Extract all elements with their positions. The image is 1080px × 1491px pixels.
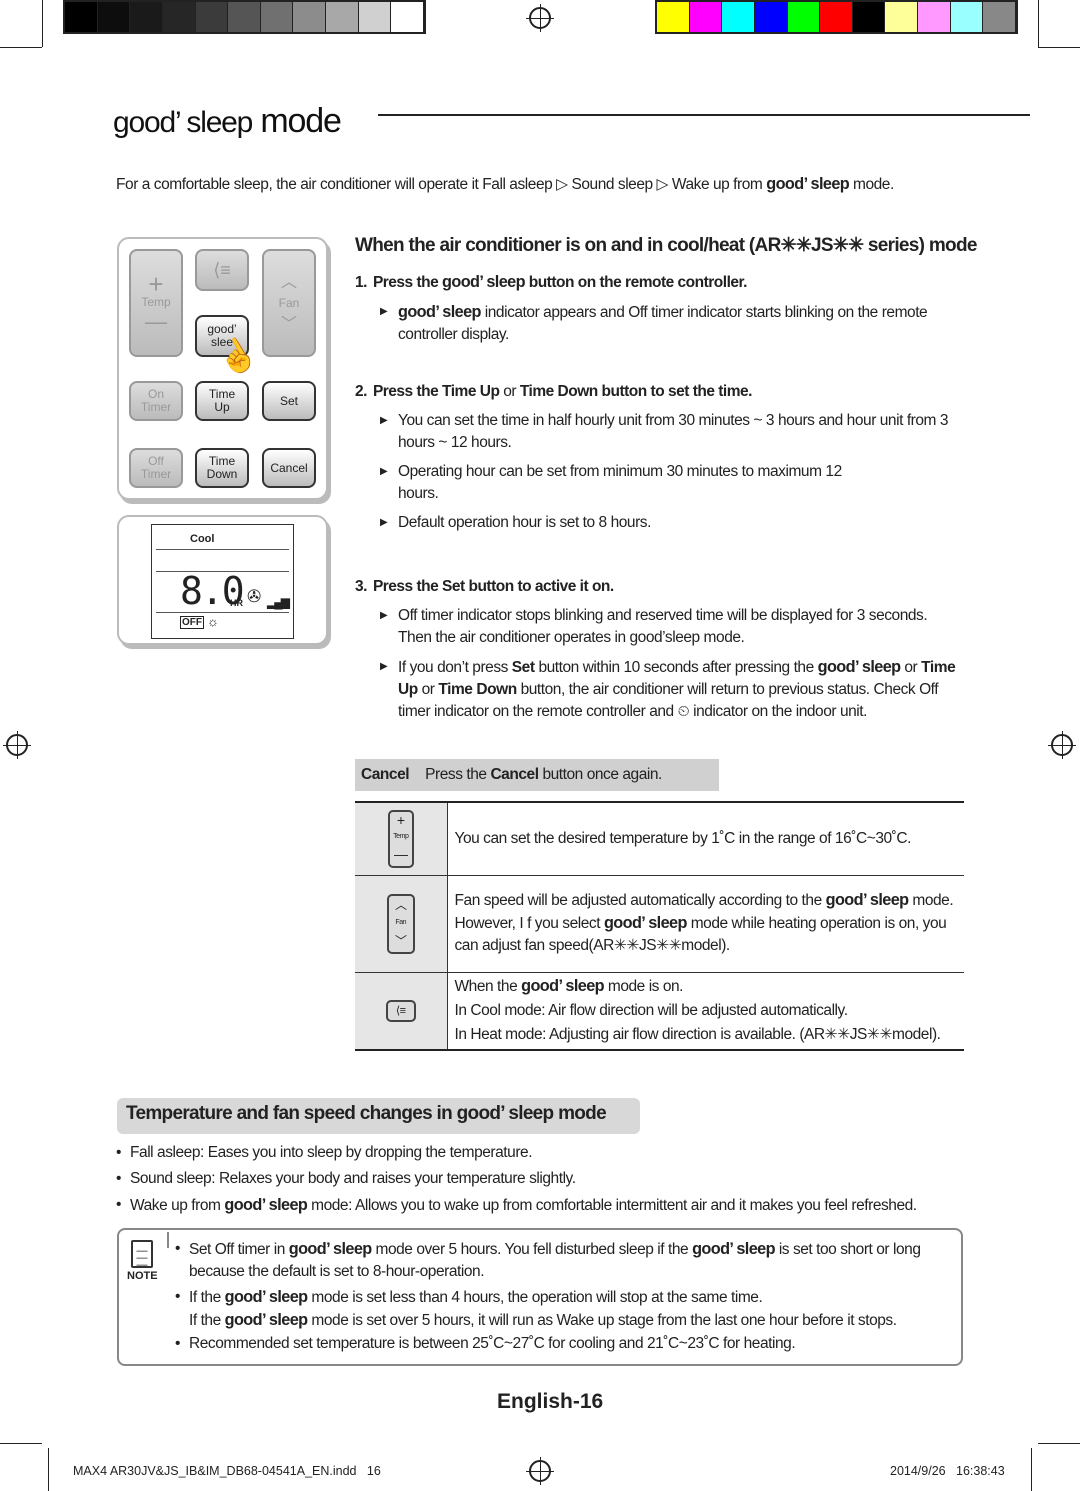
color-swatch bbox=[754, 2, 788, 32]
temp-button: + Temp — bbox=[129, 249, 183, 357]
off-timer-button: Off Timer bbox=[129, 448, 183, 488]
intro-end: mode. bbox=[852, 176, 894, 193]
off-indicator: OFF bbox=[180, 616, 204, 629]
hr-unit: HR bbox=[230, 598, 243, 608]
note-item: • Recommended set temperature is between … bbox=[175, 1335, 796, 1352]
color-swatch bbox=[162, 2, 196, 32]
good-sleep-brand: good’ sleep bbox=[766, 175, 850, 193]
grayscale-color-bar bbox=[63, 0, 426, 34]
color-swatch bbox=[820, 2, 853, 32]
title-suffix: mode bbox=[260, 102, 341, 140]
temp-button-icon: + Temp — bbox=[387, 809, 414, 868]
note-box: — — — NOTE • Set Off timer in good’ sleep m… bbox=[117, 1228, 963, 1366]
title-rule bbox=[378, 114, 1030, 116]
color-swatch bbox=[950, 2, 984, 32]
time-down-button: Time Down bbox=[195, 448, 249, 488]
step-2: 2. Press the Time Up or Time Down button … bbox=[355, 383, 752, 400]
good-sleep-brand: good’ sleep bbox=[113, 106, 253, 139]
table-cell: You can set the desired temperature by 1… bbox=[454, 829, 912, 847]
footer-date: 2014/9/26 16:38:43 bbox=[890, 1464, 1005, 1478]
fan-level-icon: ▂▄▆ bbox=[267, 595, 290, 609]
color-swatch bbox=[326, 2, 359, 32]
crop-mark bbox=[1038, 1443, 1080, 1444]
note-icon: — — — bbox=[131, 1240, 153, 1271]
step-3: 3. Press the Set button to active it on. bbox=[355, 578, 614, 595]
mode-label: Cool bbox=[190, 533, 215, 545]
set-button: Set bbox=[262, 381, 316, 421]
table-row: ︿ Fan ﹀ Fan speed will be adjusted automat… bbox=[355, 875, 964, 972]
note-item: • Set Off timer in good’ sleep mode over … bbox=[175, 1240, 921, 1280]
fan-button-icon: ︿ Fan ﹀ bbox=[386, 893, 415, 954]
section-heading: When the air conditioner is on and in co… bbox=[355, 235, 977, 256]
color-swatch bbox=[195, 2, 229, 32]
remote-display-illustration: Cool 8.0 HR ✇ ▂▄▆ OFF ☼ bbox=[117, 515, 328, 645]
step-2-bullet: Operating hour can be set from minimum 3… bbox=[380, 461, 850, 505]
step-3-bullet: Off timer indicator stops blinking and r… bbox=[380, 605, 960, 649]
color-swatch bbox=[130, 2, 163, 32]
color-swatch bbox=[983, 2, 1017, 32]
lcd-screen: Cool 8.0 HR ✇ ▂▄▆ OFF ☼ bbox=[151, 524, 294, 639]
registration-mark-icon bbox=[1048, 731, 1076, 759]
fan-button: ︿ Fan ﹀ bbox=[262, 249, 316, 357]
table-row: + Temp — You can set the desired temperatu… bbox=[355, 802, 964, 875]
crop-mark bbox=[0, 1443, 42, 1444]
color-swatch bbox=[689, 2, 723, 32]
note-item: • If the good’ sleep mode is set less tha… bbox=[175, 1288, 897, 1329]
step-2-bullet: You can set the time in half hourly unit… bbox=[380, 410, 970, 454]
table-row: ⟨≡ When the good’ sleep mode is on. In C… bbox=[355, 972, 964, 1050]
timer-indicator-icon: ⏲ bbox=[677, 703, 690, 720]
registration-mark-icon bbox=[526, 1457, 554, 1485]
sleep-indicator-icon: ☼ bbox=[207, 614, 219, 629]
crop-mark bbox=[1038, 0, 1039, 47]
crop-mark bbox=[48, 1448, 49, 1491]
color-swatch bbox=[852, 2, 886, 32]
process-color-bar bbox=[655, 0, 1018, 34]
on-timer-button: On Timer bbox=[129, 381, 183, 421]
cancel-button: Cancel bbox=[262, 448, 316, 488]
color-swatch bbox=[65, 2, 98, 32]
registration-mark-icon bbox=[526, 4, 554, 32]
bullet-item: • Sound sleep: Relaxes your body and rais… bbox=[116, 1170, 576, 1187]
airflow-button: ⟨≡ bbox=[195, 249, 249, 291]
crop-mark bbox=[1038, 47, 1080, 48]
crop-mark bbox=[42, 0, 43, 47]
intro-text: For a comfortable sleep, the air conditi… bbox=[116, 173, 894, 196]
note-label: NOTE bbox=[127, 1270, 158, 1282]
color-swatch bbox=[260, 2, 294, 32]
step-1: 1. Press the good’ sleep button on the re… bbox=[355, 273, 747, 291]
bullet-item: • Fall asleep: Eases you into sleep by dr… bbox=[116, 1144, 533, 1161]
crop-mark bbox=[0, 47, 42, 48]
step-1-bullet: good’ sleep indicator appears and Off ti… bbox=[380, 301, 960, 346]
cancel-row: Cancel Press the Cancel button once again… bbox=[355, 759, 719, 791]
color-swatch bbox=[391, 2, 425, 32]
color-swatch bbox=[657, 2, 690, 32]
step-3-bullet: If you don’t press Set button within 10 … bbox=[380, 656, 965, 723]
color-swatch bbox=[228, 2, 261, 32]
color-swatch bbox=[293, 2, 327, 32]
color-swatch bbox=[787, 2, 821, 32]
color-swatch bbox=[722, 2, 755, 32]
feature-table: + Temp — You can set the desired temperatu… bbox=[355, 801, 964, 1051]
page-number: English-16 bbox=[497, 1390, 604, 1413]
color-swatch bbox=[885, 2, 919, 32]
footer-file: MAX4 AR30JV&JS_IB&IM_DB68-04541A_EN.indd… bbox=[73, 1464, 381, 1478]
intro-body: For a comfortable sleep, the air conditi… bbox=[116, 176, 763, 193]
section-2-heading: Temperature and fan speed changes in goo… bbox=[117, 1098, 640, 1134]
color-swatch bbox=[918, 2, 951, 32]
table-cell: Fan speed will be adjusted automatically… bbox=[454, 890, 954, 954]
step-2-bullet: Default operation hour is set to 8 hours… bbox=[380, 512, 970, 534]
remote-controller-illustration: + Temp — ⟨≡ ︿ Fan ﹀ good’ slee On Timer Time… bbox=[117, 237, 328, 500]
page-title: good’ sleep mode bbox=[113, 102, 342, 141]
time-up-button: Time Up bbox=[195, 381, 249, 421]
color-swatch bbox=[97, 2, 131, 32]
bullet-item: • Wake up from good’ sleep mode: Allows y… bbox=[116, 1196, 917, 1214]
fan-icon: ✇ bbox=[247, 587, 262, 606]
registration-mark-icon bbox=[3, 731, 31, 759]
crop-mark bbox=[1031, 1448, 1032, 1491]
table-cell: When the good’ sleep mode is on. In Cool… bbox=[454, 977, 941, 1044]
airflow-button-icon: ⟨≡ bbox=[385, 1000, 416, 1023]
color-swatch bbox=[358, 2, 392, 32]
